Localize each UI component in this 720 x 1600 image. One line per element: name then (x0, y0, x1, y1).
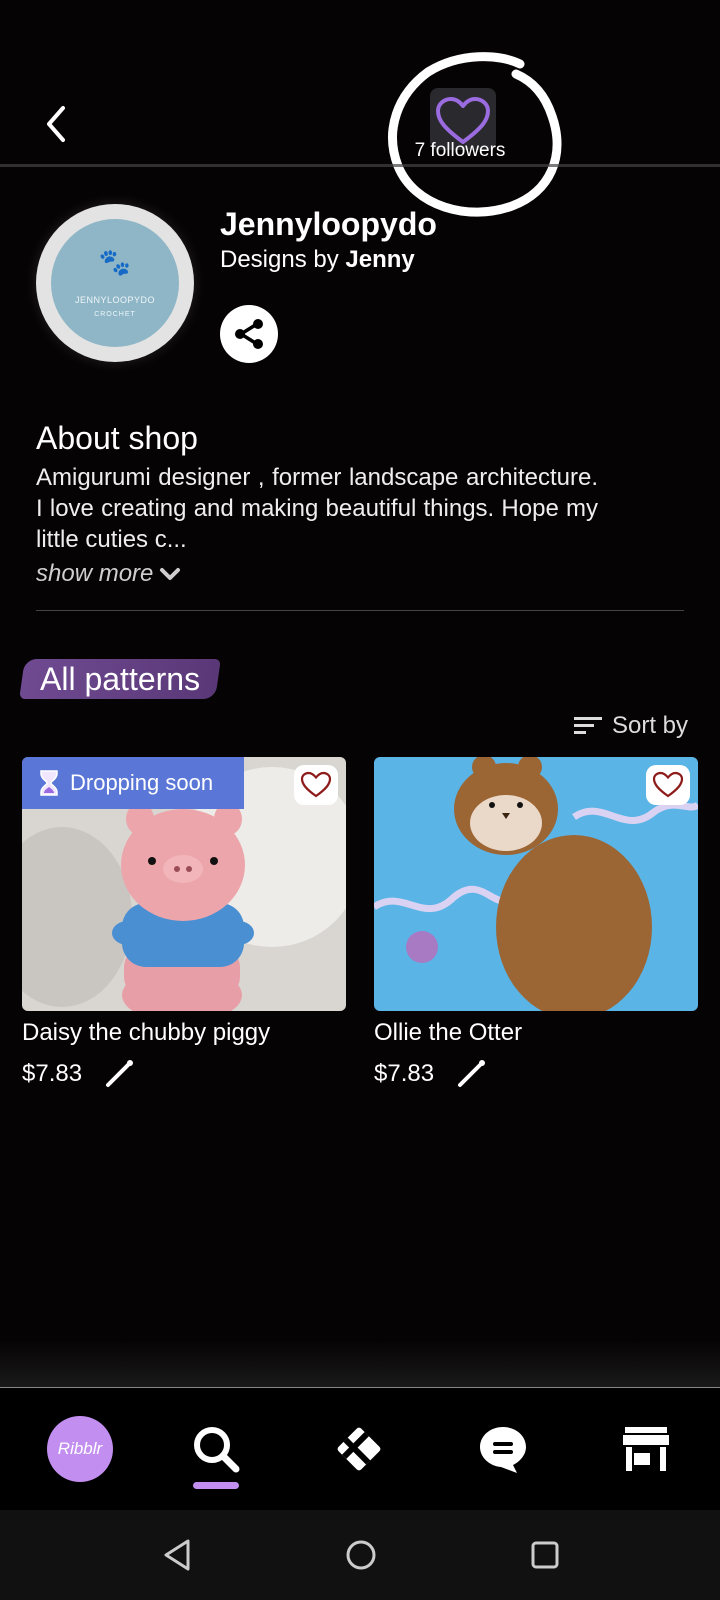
square-recents-icon (531, 1541, 559, 1569)
header-divider (0, 164, 720, 167)
avatar-subtext: CROCHET (94, 310, 136, 318)
chevron-down-icon (160, 568, 181, 580)
crochet-hook-icon (458, 1060, 486, 1087)
pattern-price-row: $7.83 (22, 1057, 346, 1091)
triangle-back-icon (164, 1539, 190, 1571)
chat-icon (480, 1427, 526, 1473)
sort-icon (574, 717, 602, 734)
paw-icon: 🐾 (98, 246, 132, 277)
badge-label: Dropping soon (70, 770, 214, 795)
shop-subtitle: Designs by Jenny (220, 246, 415, 274)
header: 7 followers (0, 0, 720, 217)
pattern-image[interactable]: Dropping soon (22, 757, 346, 1011)
share-icon (235, 319, 263, 349)
tab-home[interactable]: Ribblr (47, 1416, 113, 1482)
divider (36, 610, 684, 611)
tabbar-shadow (0, 1340, 720, 1388)
pattern-price: $7.83 (22, 1060, 83, 1087)
followers-count[interactable]: 7 followers (400, 140, 520, 162)
pattern-card[interactable]: Dropping soon Daisy the chubby piggy $7.… (22, 757, 346, 1091)
ribblr-logo: Ribblr (47, 1416, 113, 1482)
search-icon (194, 1427, 240, 1473)
bottom-tab-bar: Ribblr (0, 1387, 720, 1510)
active-tab-indicator (193, 1482, 239, 1489)
designer-name[interactable]: Jenny (345, 246, 414, 273)
avatar-text: JENNYLOOPYDO (74, 294, 156, 305)
sort-label: Sort by (612, 712, 689, 739)
crochet-hook-icon (106, 1060, 134, 1087)
avatar-logo: 🐾 JENNYLOOPYDO CROCHET (51, 219, 179, 347)
heart-outline-icon (300, 771, 332, 798)
shop-page: 7 followers 🐾 JENNYLOOPYDO CROCHET Jenny… (0, 0, 720, 1600)
pattern-title[interactable]: Ollie the Otter (374, 1019, 698, 1047)
pattern-title[interactable]: Daisy the chubby piggy (22, 1019, 346, 1047)
shop-name: Jennyloopydo (220, 206, 437, 242)
tab-search[interactable] (183, 1416, 249, 1482)
all-patterns-label: All patterns (19, 659, 221, 699)
system-recents-button[interactable] (520, 1530, 570, 1580)
heart-outline-icon (652, 771, 684, 798)
sort-button[interactable]: Sort by (574, 712, 688, 740)
shop-icon (623, 1427, 669, 1471)
system-back-button[interactable] (152, 1530, 202, 1580)
system-nav-bar (0, 1510, 720, 1600)
system-home-button[interactable] (336, 1530, 386, 1580)
hourglass-icon (40, 770, 58, 796)
share-button[interactable] (220, 305, 278, 363)
tab-patterns[interactable] (326, 1416, 392, 1482)
show-more-label: show more (36, 560, 154, 587)
back-button[interactable] (36, 100, 76, 148)
pattern-image[interactable] (374, 757, 698, 1011)
dropping-soon-badge: Dropping soon (22, 757, 244, 809)
subtitle-prefix: Designs by (220, 246, 339, 273)
section-label: All patterns (40, 661, 201, 697)
shop-avatar: 🐾 JENNYLOOPYDO CROCHET (36, 204, 194, 362)
about-text: Amigurumi designer , former landscape ar… (36, 464, 598, 553)
about-title: About shop (36, 420, 198, 456)
pattern-price: $7.83 (374, 1060, 435, 1087)
favorite-button[interactable] (646, 765, 690, 805)
patterns-icon (337, 1427, 381, 1471)
circle-home-icon (346, 1540, 376, 1570)
show-more-button[interactable]: show more (36, 560, 181, 588)
tab-chat[interactable] (470, 1416, 536, 1482)
favorite-button[interactable] (294, 765, 338, 805)
pattern-card[interactable]: Ollie the Otter $7.83 (374, 757, 698, 1091)
heart-icon (436, 97, 490, 144)
pattern-price-row: $7.83 (374, 1057, 698, 1091)
chevron-left-icon (47, 106, 65, 142)
tab-shop[interactable] (613, 1416, 679, 1482)
